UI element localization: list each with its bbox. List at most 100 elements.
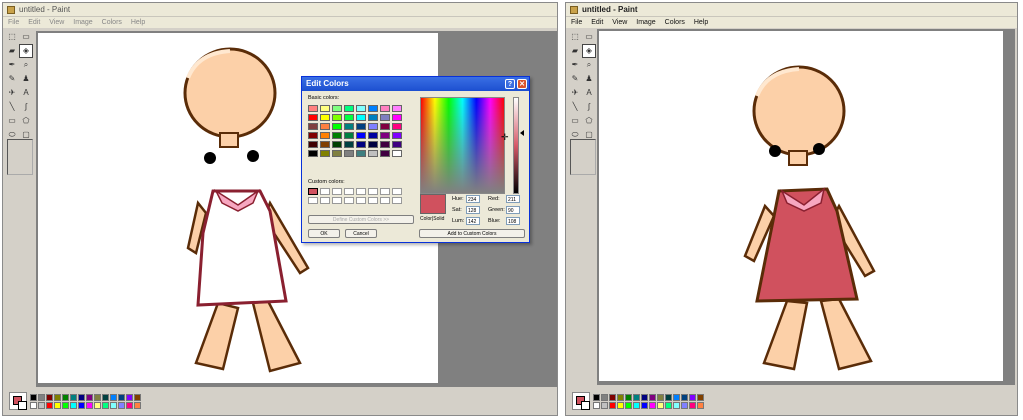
color-picker-icon[interactable]: ✒ [569,59,581,71]
palette-swatch[interactable] [30,401,37,409]
palette-swatch[interactable] [657,401,664,409]
custom-color-swatch[interactable] [344,197,354,204]
palette-swatch[interactable] [601,401,608,409]
cancel-button[interactable]: Cancel [345,229,377,238]
custom-color-swatch[interactable] [344,188,354,195]
curve-icon[interactable]: ∫ [20,101,32,113]
luminance-slider[interactable] [513,97,519,194]
basic-color-swatch[interactable] [308,114,318,121]
basic-color-swatch[interactable] [344,105,354,112]
palette-swatch[interactable] [126,401,133,409]
palette-swatch[interactable] [633,401,640,409]
palette-swatch[interactable] [134,393,141,401]
basic-color-swatch[interactable] [344,132,354,139]
palette-swatch[interactable] [102,401,109,409]
pencil-icon[interactable]: ✎ [6,73,18,85]
basic-color-swatch[interactable] [332,141,342,148]
palette-swatch[interactable] [118,393,125,401]
define-custom-colors-button[interactable]: Define Custom Colors >> [308,215,414,224]
add-to-custom-colors-button[interactable]: Add to Custom Colors [419,229,525,238]
palette-swatch[interactable] [609,401,616,409]
menu-edit[interactable]: Edit [28,19,40,26]
palette-swatch[interactable] [657,393,664,401]
palette-swatch[interactable] [94,393,101,401]
basic-color-swatch[interactable] [320,132,330,139]
rectangle-icon[interactable]: ▭ [569,115,581,127]
basic-color-swatch[interactable] [380,123,390,130]
custom-color-swatch[interactable] [332,197,342,204]
palette-swatch[interactable] [673,401,680,409]
palette-swatch[interactable] [126,393,133,401]
basic-color-swatch[interactable] [332,150,342,157]
basic-color-swatch[interactable] [308,123,318,130]
basic-color-swatch[interactable] [344,123,354,130]
brush-icon[interactable]: ♟ [583,73,595,85]
basic-color-swatch[interactable] [320,150,330,157]
palette-swatch[interactable] [689,393,696,401]
custom-color-swatch[interactable] [356,197,366,204]
palette-swatch[interactable] [78,393,85,401]
help-button[interactable]: ? [505,79,515,89]
custom-color-swatch[interactable] [368,188,378,195]
brush-icon[interactable]: ♟ [20,73,32,85]
palette-swatch[interactable] [697,401,704,409]
basic-color-swatch[interactable] [320,123,330,130]
basic-color-swatch[interactable] [392,123,402,130]
custom-color-swatch[interactable] [380,188,390,195]
basic-color-swatch[interactable] [380,141,390,148]
text-icon[interactable]: A [583,87,595,99]
color-spectrum[interactable]: ✛ [420,97,509,194]
palette-swatch[interactable] [649,401,656,409]
palette-swatch[interactable] [689,401,696,409]
basic-color-swatch[interactable] [356,114,366,121]
palette-swatch[interactable] [673,393,680,401]
palette-swatch[interactable] [54,401,61,409]
palette-swatch[interactable] [593,393,600,401]
custom-color-swatch[interactable] [308,188,318,195]
palette-swatch[interactable] [46,401,53,409]
basic-color-swatch[interactable] [368,132,378,139]
custom-color-swatch[interactable] [356,188,366,195]
drawing-canvas[interactable] [599,31,1003,381]
polygon-icon[interactable]: ⬠ [20,115,32,127]
current-colors[interactable] [9,392,27,410]
basic-color-swatch[interactable] [356,123,366,130]
palette-swatch[interactable] [54,393,61,401]
menu-view[interactable]: View [49,19,64,26]
line-icon[interactable]: ╲ [569,101,581,113]
basic-color-swatch[interactable] [392,114,402,121]
red-field[interactable]: 211 [506,195,520,203]
basic-color-swatch[interactable] [344,141,354,148]
basic-color-swatch[interactable] [332,105,342,112]
basic-color-swatch[interactable] [380,105,390,112]
palette-swatch[interactable] [601,393,608,401]
palette-swatch[interactable] [609,393,616,401]
palette-swatch[interactable] [62,401,69,409]
fill-bucket-icon[interactable]: ◈ [582,44,596,58]
palette-swatch[interactable] [134,401,141,409]
free-form-select-icon[interactable]: ⬚ [6,31,18,43]
basic-color-swatch[interactable] [368,150,378,157]
menu-view[interactable]: View [612,19,627,26]
palette-swatch[interactable] [665,393,672,401]
custom-color-swatch[interactable] [332,188,342,195]
rectangle-icon[interactable]: ▭ [6,115,18,127]
basic-color-swatch[interactable] [368,123,378,130]
text-icon[interactable]: A [20,87,32,99]
basic-color-swatch[interactable] [380,114,390,121]
menu-edit[interactable]: Edit [591,19,603,26]
basic-color-swatch[interactable] [356,105,366,112]
palette-swatch[interactable] [110,393,117,401]
hue-field[interactable]: 234 [466,195,480,203]
rect-select-icon[interactable]: ▭ [583,31,595,43]
menu-help[interactable]: Help [694,19,708,26]
airbrush-icon[interactable]: ✈ [569,87,581,99]
palette-swatch[interactable] [38,401,45,409]
close-button[interactable]: ✕ [517,79,527,89]
palette-swatch[interactable] [70,393,77,401]
line-icon[interactable]: ╲ [6,101,18,113]
magnifier-icon[interactable]: ⌕ [20,59,32,71]
custom-color-swatch[interactable] [392,188,402,195]
basic-color-swatch[interactable] [356,132,366,139]
basic-color-swatch[interactable] [308,105,318,112]
